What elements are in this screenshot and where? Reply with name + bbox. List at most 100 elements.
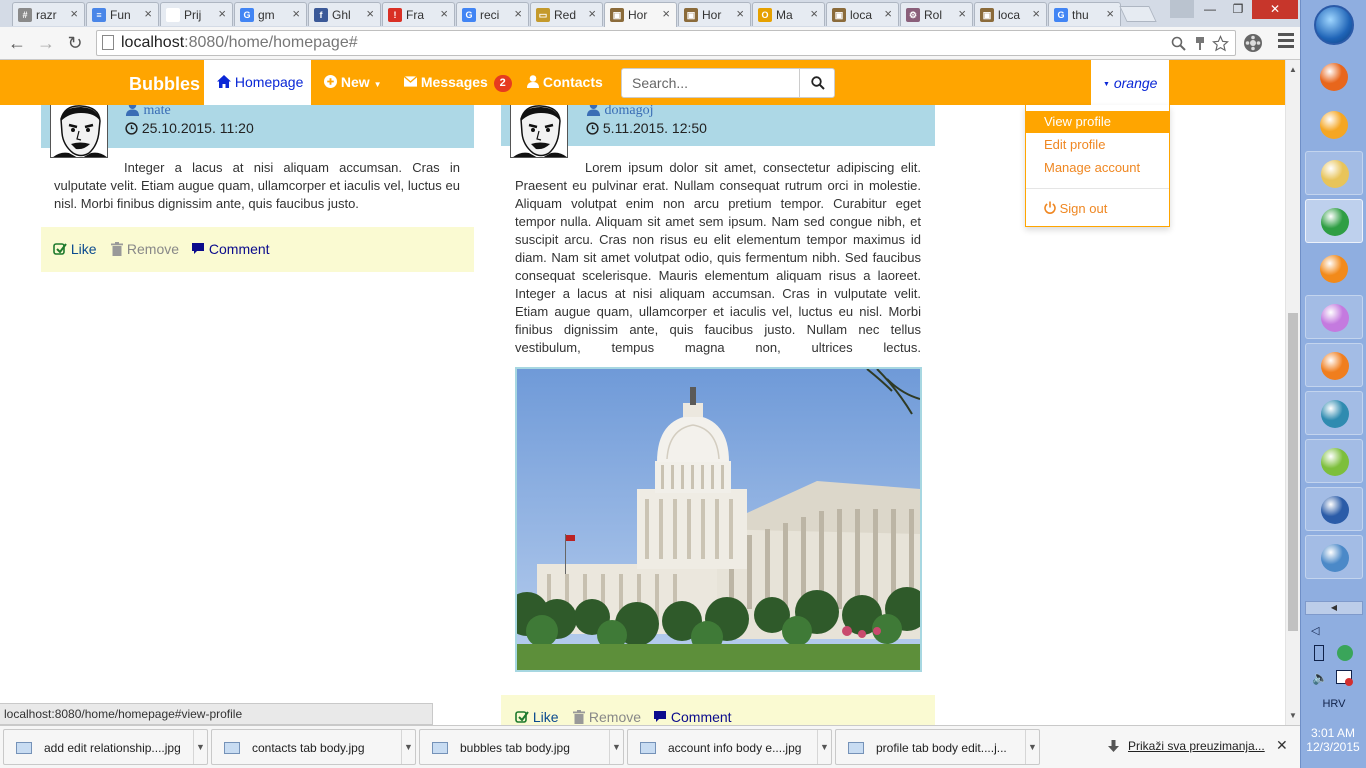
- tab-close-icon[interactable]: ×: [144, 6, 152, 21]
- taskbar-app[interactable]: [1305, 199, 1363, 243]
- browser-tab[interactable]: Prij ×: [160, 2, 233, 26]
- taskbar-app[interactable]: [1305, 103, 1363, 147]
- close-downloads-bar-icon[interactable]: ✕: [1276, 737, 1288, 754]
- browser-tab[interactable]: ⚙ Rol ×: [900, 2, 973, 26]
- download-item[interactable]: bubbles tab body.jpg ▼: [419, 729, 624, 765]
- address-bar[interactable]: localhost:8080/home/homepage#: [96, 30, 1236, 56]
- browser-tab[interactable]: # razr ×: [12, 2, 85, 26]
- browser-tab[interactable]: ≡ Fun ×: [86, 2, 159, 26]
- browser-tab[interactable]: ▣ loca ×: [826, 2, 899, 26]
- tab-close-icon[interactable]: ×: [1106, 6, 1114, 21]
- tab-close-icon[interactable]: ×: [440, 6, 448, 21]
- bookmark-star-icon[interactable]: [1212, 35, 1229, 52]
- network-error-icon[interactable]: [1336, 670, 1353, 686]
- taskbar-app[interactable]: [1305, 295, 1363, 339]
- tab-close-icon[interactable]: ×: [884, 6, 892, 21]
- page-scrollbar[interactable]: ▲ ▼: [1285, 60, 1300, 725]
- tab-close-icon[interactable]: ×: [514, 6, 522, 21]
- tab-close-icon[interactable]: ×: [292, 6, 300, 21]
- taskbar-app[interactable]: [1305, 55, 1363, 99]
- window-maximize-button[interactable]: ❐: [1224, 0, 1252, 19]
- scroll-down-arrow-icon[interactable]: ▼: [1289, 711, 1297, 720]
- browser-tab[interactable]: Gthu ×: [1048, 2, 1121, 26]
- tab-close-icon[interactable]: ×: [588, 6, 596, 21]
- forward-arrow-icon[interactable]: →: [34, 31, 58, 55]
- browser-tab[interactable]: ▣ Hor ×: [604, 2, 677, 28]
- comment-button[interactable]: Comment: [653, 709, 732, 725]
- chevron-down-icon[interactable]: ▼: [1025, 730, 1039, 764]
- browser-tab[interactable]: ▣ Hor ×: [678, 2, 751, 26]
- browser-tab[interactable]: ▣ loca ×: [974, 2, 1047, 26]
- window-close-button[interactable]: ✕: [1252, 0, 1298, 19]
- nav-messages[interactable]: Messages 2: [403, 60, 512, 105]
- like-button[interactable]: Like: [53, 241, 97, 257]
- tab-close-icon[interactable]: ×: [958, 6, 966, 21]
- taskbar-app[interactable]: [1305, 151, 1363, 195]
- view-profile-link[interactable]: View profile: [1026, 111, 1169, 133]
- chevron-down-icon[interactable]: ▼: [817, 730, 831, 764]
- volume-icon[interactable]: 🔈: [1312, 670, 1328, 686]
- browser-tab[interactable]: ! Fra ×: [382, 2, 455, 26]
- search-button[interactable]: [799, 68, 835, 98]
- taskbar-app[interactable]: [1305, 535, 1363, 579]
- tab-close-icon[interactable]: ×: [810, 6, 818, 21]
- tab-close-icon[interactable]: ×: [736, 6, 744, 21]
- nav-homepage[interactable]: Homepage: [204, 60, 311, 105]
- browser-tab[interactable]: ▭ Red ×: [530, 2, 603, 26]
- download-item[interactable]: contacts tab body.jpg ▼: [211, 729, 416, 765]
- browser-tab[interactable]: Greci ×: [456, 2, 529, 26]
- window-minimize-button[interactable]: —: [1196, 0, 1224, 19]
- comment-button[interactable]: Comment: [191, 241, 270, 257]
- search-input[interactable]: [621, 68, 800, 98]
- nav-new-dropdown[interactable]: New ▼: [324, 60, 382, 105]
- taskbar-app[interactable]: [1305, 391, 1363, 435]
- taskbar-app[interactable]: [1305, 343, 1363, 387]
- back-arrow-icon[interactable]: ←: [5, 31, 29, 55]
- language-indicator[interactable]: HRV: [1301, 698, 1366, 710]
- battery-icon[interactable]: [1314, 645, 1324, 661]
- zoom-icon[interactable]: [1171, 36, 1186, 51]
- browser-user-button[interactable]: [1170, 0, 1194, 18]
- start-button[interactable]: [1314, 5, 1354, 45]
- like-button[interactable]: Like: [515, 709, 559, 725]
- remove-button[interactable]: Remove: [573, 709, 641, 725]
- tab-close-icon[interactable]: ×: [1032, 6, 1040, 21]
- browser-menu-icon[interactable]: [1278, 33, 1294, 51]
- plugin-blocked-icon[interactable]: [1193, 36, 1207, 51]
- tray-expand-icon[interactable]: ◁: [1311, 624, 1319, 637]
- download-item[interactable]: account info body e....jpg ▼: [627, 729, 832, 765]
- manage-account-link[interactable]: Manage account: [1026, 157, 1169, 179]
- download-item[interactable]: profile tab body edit....j... ▼: [835, 729, 1040, 765]
- chevron-down-icon[interactable]: ▼: [193, 730, 207, 764]
- remove-button[interactable]: Remove: [111, 241, 179, 257]
- tray-scroll-bar[interactable]: ◀: [1305, 601, 1363, 615]
- extension-film-icon[interactable]: [1243, 33, 1263, 53]
- user-menu-toggle[interactable]: ▼ orange: [1091, 60, 1169, 105]
- tab-close-icon[interactable]: ×: [366, 6, 374, 21]
- scrollbar-thumb[interactable]: [1288, 313, 1298, 631]
- browser-tab[interactable]: Ggm ×: [234, 2, 307, 26]
- show-all-downloads-link[interactable]: Prikaži sva preuzimanja...: [1128, 739, 1265, 753]
- nav-contacts[interactable]: Contacts: [527, 60, 603, 105]
- scroll-up-arrow-icon[interactable]: ▲: [1289, 65, 1297, 74]
- taskbar-app[interactable]: [1305, 487, 1363, 531]
- tab-close-icon[interactable]: ×: [218, 6, 226, 21]
- edit-profile-link[interactable]: Edit profile: [1026, 134, 1169, 156]
- brand-logo[interactable]: Bubbles: [129, 74, 200, 95]
- browser-tab[interactable]: f Ghl ×: [308, 2, 381, 26]
- reload-icon[interactable]: ↻: [63, 31, 87, 55]
- download-item[interactable]: add edit relationship....jpg ▼: [3, 729, 208, 765]
- chevron-down-icon[interactable]: ▼: [401, 730, 415, 764]
- url-text[interactable]: localhost:8080/home/homepage#: [121, 34, 358, 52]
- browser-tab[interactable]: O Ma ×: [752, 2, 825, 26]
- avatar[interactable]: [50, 100, 108, 158]
- taskbar-app[interactable]: [1305, 247, 1363, 291]
- post-image[interactable]: [515, 367, 922, 672]
- taskbar-app[interactable]: [1305, 439, 1363, 483]
- avatar[interactable]: [510, 100, 568, 158]
- tab-close-icon[interactable]: ×: [70, 6, 78, 21]
- sync-icon[interactable]: [1337, 645, 1353, 661]
- chevron-down-icon[interactable]: ▼: [609, 730, 623, 764]
- system-clock[interactable]: 3:01 AM 12/3/2015: [1300, 726, 1366, 754]
- tab-close-icon[interactable]: ×: [662, 6, 670, 21]
